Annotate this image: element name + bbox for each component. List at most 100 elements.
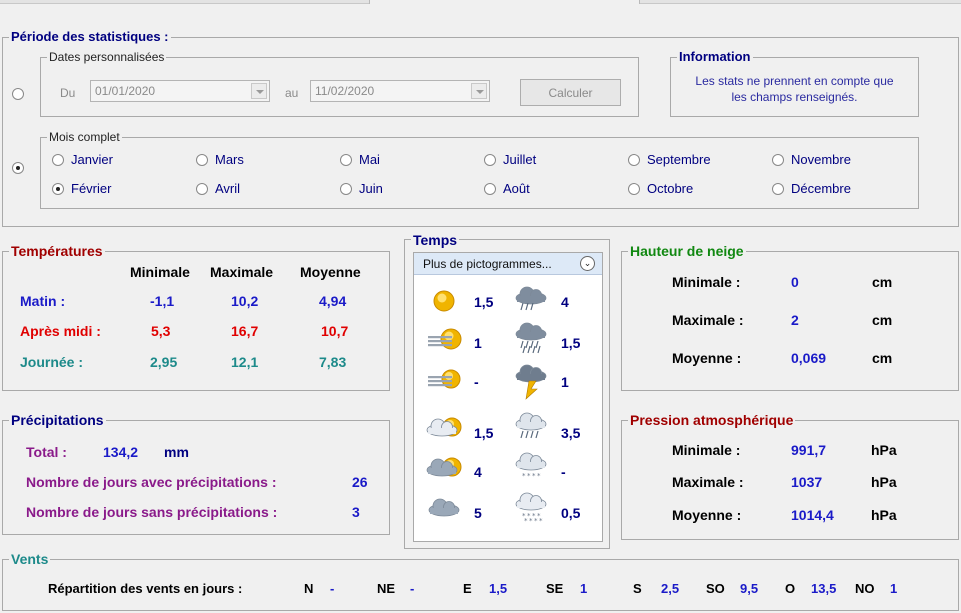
au-date-value: 11/02/2020 <box>315 84 375 98</box>
total-value: 134,2 <box>103 444 139 460</box>
vents-label: Répartition des vents en jours : <box>48 581 243 596</box>
month-label[interactable]: Décembre <box>791 182 851 196</box>
weather-count: - <box>561 464 566 480</box>
total-label: Total : <box>26 444 67 460</box>
col-moyenne: Moyenne <box>300 264 361 280</box>
month-label[interactable]: Mars <box>215 153 244 167</box>
weather-count: 5 <box>474 505 482 521</box>
weather-count: 4 <box>474 464 482 480</box>
neige-max-label: Maximale : <box>672 312 744 328</box>
pression-moy-label: Moyenne : <box>672 507 742 523</box>
tab-left[interactable] <box>0 0 370 4</box>
weather-count: 1,5 <box>474 294 494 310</box>
svg-text:*: * <box>522 472 526 480</box>
weather-icons: * * * ** * * ** * * * <box>426 286 547 525</box>
month-radio[interactable] <box>52 183 64 195</box>
pression-max-label: Maximale : <box>672 474 744 490</box>
weather-count: 1,5 <box>561 335 581 351</box>
month-label[interactable]: Mai <box>359 153 380 167</box>
jours-sans-value: 3 <box>352 504 360 520</box>
neige-max-value: 2 <box>791 312 799 328</box>
pression-title: Pression atmosphérique <box>628 412 796 428</box>
wind-value: 1 <box>890 581 898 596</box>
weather-count: 3,5 <box>561 425 581 441</box>
temp-row-label: Après midi : <box>20 323 101 339</box>
temp-value: 5,3 <box>151 323 171 339</box>
shower-icon <box>515 412 547 439</box>
chevron-down-icon[interactable] <box>471 83 487 99</box>
col-maximale: Maximale <box>210 264 274 280</box>
temp-value: 16,7 <box>231 323 259 339</box>
month-label[interactable]: Septembre <box>647 153 711 167</box>
month-label[interactable]: Août <box>503 182 530 196</box>
total-unit: mm <box>164 444 189 460</box>
dark-cloud-sun-icon <box>426 457 462 477</box>
du-label: Du <box>60 86 76 100</box>
weather-count: 1,5 <box>474 425 494 441</box>
information-group: Information Les stats ne prennent en com… <box>670 49 919 117</box>
month-radio[interactable] <box>628 183 640 195</box>
radio-mois-complet[interactable] <box>12 162 24 174</box>
jours-avec-label: Nombre de jours avec précipitations : <box>26 474 277 490</box>
chevron-down-icon[interactable] <box>251 83 267 99</box>
month-radio[interactable] <box>772 183 784 195</box>
du-date-select[interactable]: 01/01/2020 <box>90 80 270 102</box>
wind-value: 1 <box>580 581 588 596</box>
pression-min-label: Minimale : <box>672 442 741 458</box>
svg-text:*: * <box>529 517 533 525</box>
periode-title: Période des statistiques : <box>9 29 171 45</box>
month-radio[interactable] <box>196 183 208 195</box>
month-radio[interactable] <box>484 183 496 195</box>
svg-text:*: * <box>537 472 541 480</box>
wind-direction: NE <box>377 581 396 596</box>
svg-text:*: * <box>527 472 531 480</box>
information-line1: Les stats ne prennent en compte que <box>695 74 894 88</box>
temp-value: 12,1 <box>231 354 259 370</box>
month-label[interactable]: Octobre <box>647 182 693 196</box>
svg-text:*: * <box>539 517 543 525</box>
au-label: au <box>285 86 299 100</box>
month-radio[interactable] <box>628 154 640 166</box>
month-label[interactable]: Février <box>71 182 111 196</box>
weather-count: 1 <box>474 335 482 351</box>
month-radio[interactable] <box>196 154 208 166</box>
jours-sans-label: Nombre de jours sans précipitations : <box>26 504 278 520</box>
svg-text:*: * <box>534 517 538 525</box>
wind-direction: E <box>463 581 472 596</box>
month-label[interactable]: Novembre <box>791 153 851 167</box>
tab-active[interactable] <box>370 0 640 4</box>
snow-icon: * * * ** * * * <box>515 492 547 525</box>
neige-unit: cm <box>872 312 893 328</box>
month-radio[interactable] <box>484 154 496 166</box>
month-radio[interactable] <box>340 154 352 166</box>
wind-direction: SO <box>706 581 725 596</box>
svg-text:*: * <box>532 472 536 480</box>
wind-value: - <box>410 581 415 596</box>
month-label[interactable]: Juin <box>359 182 383 196</box>
cloud-icon <box>428 498 460 517</box>
month-radio[interactable] <box>772 154 784 166</box>
information-line2: les champs renseignés. <box>731 90 858 104</box>
pression-unit: hPa <box>871 474 897 490</box>
wind-value: - <box>330 581 335 596</box>
pression-unit: hPa <box>871 442 897 458</box>
radio-dates-personnalisees[interactable] <box>12 88 24 100</box>
weather-count: 1 <box>561 374 569 390</box>
month-label[interactable]: Janvier <box>71 153 113 167</box>
du-date-value: 01/01/2020 <box>95 84 156 98</box>
cloud-sun-icon <box>426 417 462 437</box>
neige-min-value: 0 <box>791 274 799 290</box>
month-label[interactable]: Juillet <box>503 153 536 167</box>
heavy-rain-icon <box>515 322 547 354</box>
wind-value: 9,5 <box>740 581 759 596</box>
month-label[interactable]: Avril <box>215 182 240 196</box>
neige-moy-value: 0,069 <box>791 350 827 366</box>
temperatures-title: Températures <box>9 243 105 259</box>
au-date-select[interactable]: 11/02/2020 <box>310 80 490 102</box>
wind-value: 2,5 <box>661 581 680 596</box>
month-radio[interactable] <box>340 183 352 195</box>
month-radio[interactable] <box>52 154 64 166</box>
calculer-button[interactable]: Calculer <box>520 79 621 106</box>
temp-value: 4,94 <box>319 293 347 309</box>
sun-icon <box>433 290 455 312</box>
